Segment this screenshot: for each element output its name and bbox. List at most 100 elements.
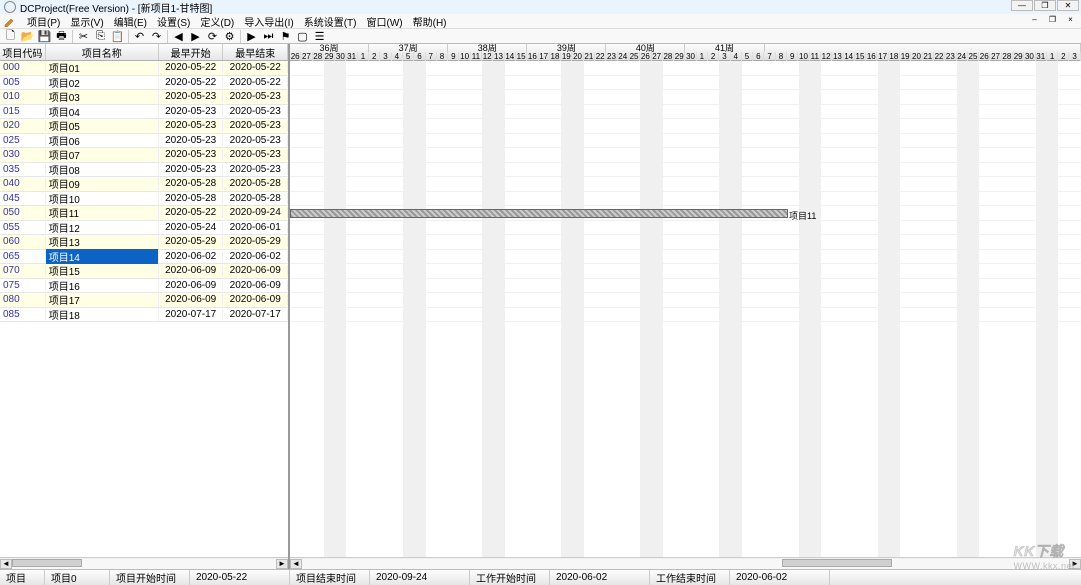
gantt-hscrollbar[interactable]: ◄ ► [290, 557, 1081, 569]
gantt-row[interactable] [290, 279, 1081, 294]
titlebar: DCProject(Free Version) - [新项目1-甘特图] — ❐… [0, 0, 1081, 14]
gantt-row[interactable] [290, 61, 1081, 76]
menu-8[interactable]: 帮助(H) [413, 14, 447, 29]
gantt-day-header: 15 [855, 52, 866, 61]
table-row[interactable]: 070项目152020-06-092020-06-09 [0, 264, 288, 279]
mdi-minimize[interactable]: – [1026, 14, 1043, 25]
toolbar: 🗋 📂 💾 🖶 ✂ ⎘ 📋 ↶ ↷ ◀ ▶ ⟳ ⚙ ▶ ⏭ ⚑ ▢ ☰ [0, 29, 1081, 44]
gantt-row[interactable] [290, 308, 1081, 323]
col-header-id[interactable]: 项目代码 [0, 44, 46, 60]
table-row[interactable]: 000项目012020-05-222020-05-22 [0, 61, 288, 76]
cell-start: 2020-05-22 [159, 207, 224, 218]
paste-icon[interactable]: 📋 [111, 30, 124, 43]
gantt-row[interactable] [290, 90, 1081, 105]
table-row[interactable]: 040项目092020-05-282020-05-28 [0, 177, 288, 192]
table-row[interactable]: 085项目182020-07-172020-07-17 [0, 308, 288, 323]
menu-5[interactable]: 导入导出(I) [244, 14, 293, 29]
minimize-button[interactable]: — [1011, 0, 1033, 11]
gantt-row[interactable] [290, 250, 1081, 265]
table-row[interactable]: 075项目162020-06-092020-06-09 [0, 279, 288, 294]
maximize-button[interactable]: ❐ [1034, 0, 1056, 11]
status-label: 项目 [0, 570, 45, 585]
menu-3[interactable]: 设置(S) [157, 14, 190, 29]
gantt-row[interactable] [290, 235, 1081, 250]
gantt-row[interactable]: 项目11 [290, 206, 1081, 221]
table-row[interactable]: 030项目072020-05-232020-05-23 [0, 148, 288, 163]
grid-hscrollbar[interactable]: ◄ ► [0, 557, 288, 569]
table-row[interactable]: 045项目102020-05-282020-05-28 [0, 192, 288, 207]
col-header-name[interactable]: 项目名称 [46, 44, 159, 60]
new-icon[interactable]: 🗋 [4, 30, 17, 43]
gantt-day-header: 9 [787, 52, 798, 61]
gantt-row[interactable] [290, 192, 1081, 207]
undo-icon[interactable]: ↶ [133, 30, 146, 43]
gantt-row[interactable] [290, 134, 1081, 149]
close-button[interactable]: ✕ [1057, 0, 1079, 11]
scroll-thumb[interactable] [782, 559, 892, 567]
scroll-track[interactable] [302, 559, 1069, 569]
scroll-track[interactable] [12, 559, 276, 569]
flag-icon[interactable]: ⚑ [279, 30, 292, 43]
pencil-icon [4, 16, 15, 27]
table-row[interactable]: 035项目082020-05-232020-05-23 [0, 163, 288, 178]
cell-name: 项目01 [46, 61, 159, 75]
refresh-icon[interactable]: ⟳ [206, 30, 219, 43]
bar-icon[interactable]: ☰ [313, 30, 326, 43]
cell-end: 2020-06-01 [223, 222, 288, 233]
cell-start: 2020-06-09 [159, 280, 224, 291]
table-row[interactable]: 015项目042020-05-232020-05-23 [0, 105, 288, 120]
table-row[interactable]: 080项目172020-06-092020-06-09 [0, 293, 288, 308]
col-header-start[interactable]: 最早开始 [159, 44, 224, 60]
gantt-row[interactable] [290, 148, 1081, 163]
table-row[interactable]: 060项目132020-05-292020-05-29 [0, 235, 288, 250]
gantt-row[interactable] [290, 105, 1081, 120]
cut-icon[interactable]: ✂ [77, 30, 90, 43]
save-icon[interactable]: 💾 [38, 30, 51, 43]
gear-icon[interactable]: ⚙ [223, 30, 236, 43]
copy-icon[interactable]: ⎘ [94, 30, 107, 43]
gantt-bar[interactable]: 项目11 [290, 209, 788, 218]
menu-6[interactable]: 系统设置(T) [304, 14, 357, 29]
scroll-right-icon[interactable]: ► [276, 559, 288, 569]
cell-name: 项目14 [46, 249, 159, 264]
box-icon[interactable]: ▢ [296, 30, 309, 43]
step-icon[interactable]: ⏭ [262, 30, 275, 43]
gantt-row[interactable] [290, 293, 1081, 308]
mdi-restore[interactable]: ❐ [1044, 14, 1061, 25]
gantt-row[interactable] [290, 163, 1081, 178]
menu-7[interactable]: 窗口(W) [367, 14, 403, 29]
menu-4[interactable]: 定义(D) [200, 14, 234, 29]
table-row[interactable]: 065项目142020-06-022020-06-02 [0, 250, 288, 265]
gantt-row[interactable] [290, 119, 1081, 134]
arrow-right-icon[interactable]: ▶ [189, 30, 202, 43]
gantt-row[interactable] [290, 221, 1081, 236]
table-row[interactable]: 025项目062020-05-232020-05-23 [0, 134, 288, 149]
open-icon[interactable]: 📂 [21, 30, 34, 43]
mdi-close[interactable]: × [1062, 14, 1079, 25]
gantt-row[interactable] [290, 264, 1081, 279]
col-header-end[interactable]: 最早结束 [223, 44, 288, 60]
table-row[interactable]: 050项目112020-05-222020-09-24 [0, 206, 288, 221]
menu-0[interactable]: 项目(P) [27, 14, 60, 29]
table-row[interactable]: 010项目032020-05-232020-05-23 [0, 90, 288, 105]
gantt-row[interactable] [290, 76, 1081, 91]
menu-1[interactable]: 显示(V) [70, 14, 103, 29]
play-icon[interactable]: ▶ [245, 30, 258, 43]
task-grid: 项目代码 项目名称 最早开始 最早结束 000项目012020-05-22202… [0, 44, 290, 569]
menu-2[interactable]: 编辑(E) [114, 14, 147, 29]
redo-icon[interactable]: ↷ [150, 30, 163, 43]
scroll-right-icon[interactable]: ► [1069, 559, 1081, 569]
arrow-left-icon[interactable]: ◀ [172, 30, 185, 43]
table-row[interactable]: 020项目052020-05-232020-05-23 [0, 119, 288, 134]
scroll-left-icon[interactable]: ◄ [0, 559, 12, 569]
table-row[interactable]: 055项目122020-05-242020-06-01 [0, 221, 288, 236]
gantt-body[interactable]: 项目11 [290, 61, 1081, 557]
gantt-day-header: 2 [1058, 52, 1069, 61]
gantt-day-header: 28 [663, 52, 674, 61]
scroll-thumb[interactable] [12, 559, 82, 567]
gantt-day-header: 14 [505, 52, 516, 61]
gantt-row[interactable] [290, 177, 1081, 192]
print-icon[interactable]: 🖶 [55, 30, 68, 43]
scroll-left-icon[interactable]: ◄ [290, 559, 302, 569]
table-row[interactable]: 005项目022020-05-222020-05-22 [0, 76, 288, 91]
